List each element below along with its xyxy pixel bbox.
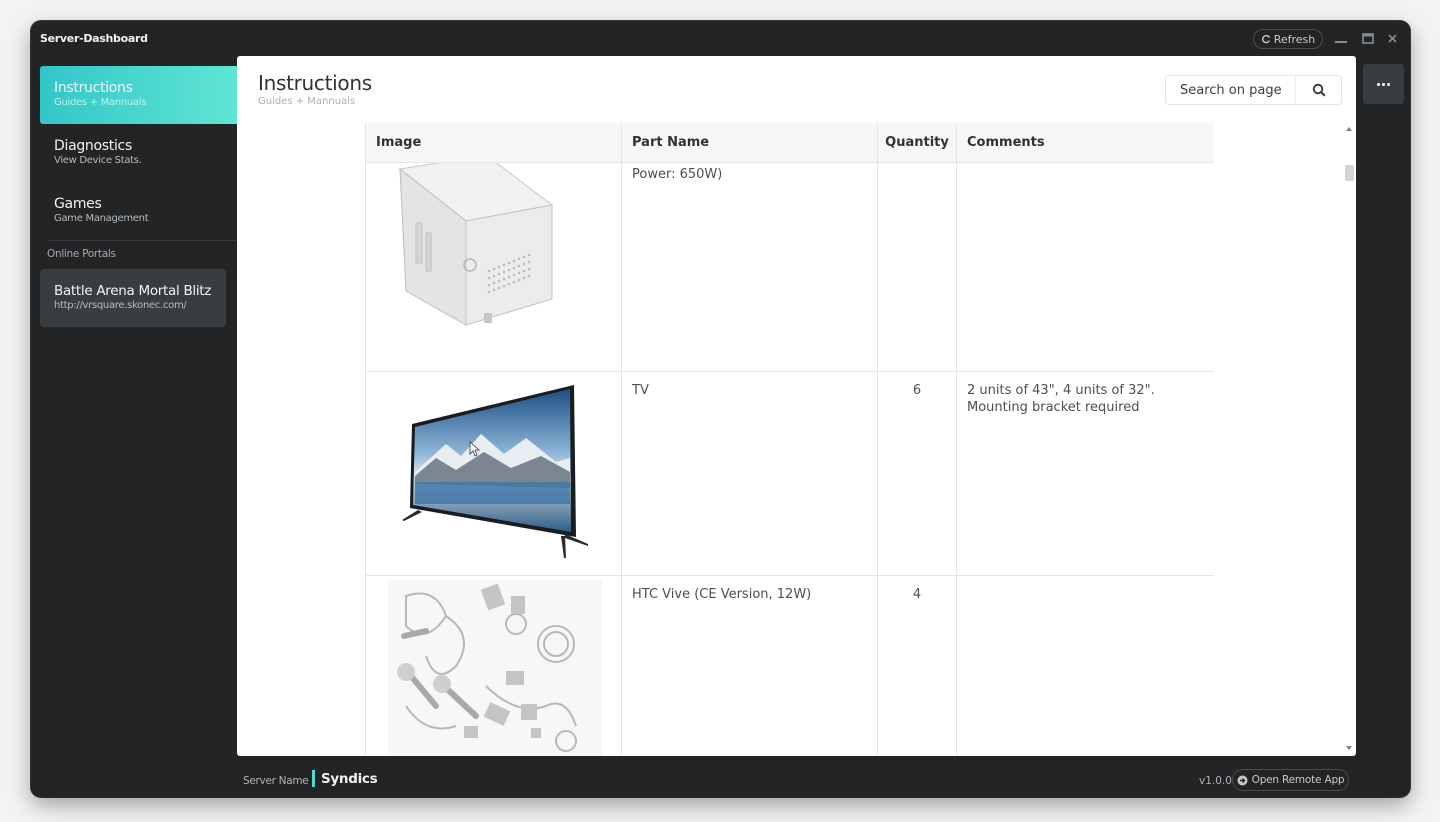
portal-url: http://vrsquare.skonec.com/ <box>54 300 187 311</box>
refresh-label: Refresh <box>1273 32 1316 46</box>
maximize-icon <box>1362 32 1374 44</box>
sidebar-item-diagnostics[interactable]: Diagnostics View Device Stats. <box>40 124 236 182</box>
part-name-cell: Power: 650W) <box>621 161 878 372</box>
title-bar: Server-Dashboard Refresh <box>31 21 1410 55</box>
arrow-right-circle-icon <box>1237 775 1248 785</box>
version-label: v1.0.0 <box>1199 775 1232 787</box>
comments-cell: 2 units of 43", 4 units of 32". Mounting… <box>956 370 1214 576</box>
sidebar-item-subtitle: View Device Stats. <box>54 155 142 166</box>
quantity-cell: 6 <box>877 370 957 576</box>
part-name-cell: TV <box>621 370 878 576</box>
search-button[interactable] <box>1295 76 1341 104</box>
image-cell <box>365 153 622 372</box>
sidebar-item-subtitle: Guides + Mannuals <box>54 97 147 108</box>
scrollbar-thumb[interactable] <box>1345 165 1354 181</box>
main-panel: Instructions Guides + Mannuals Image Par… <box>237 56 1356 756</box>
page-subtitle: Guides + Mannuals <box>258 96 356 107</box>
close-button[interactable] <box>1385 31 1399 45</box>
app-window: Server-Dashboard Refresh Instructions Gu… <box>31 21 1410 797</box>
image-cell <box>365 574 622 756</box>
tv-image <box>402 384 588 558</box>
part-name-cell: HTC Vive (CE Version, 12W) <box>621 574 878 756</box>
portal-title: Battle Arena Mortal Blitz <box>54 283 212 299</box>
server-accent-bar <box>312 770 315 787</box>
search-icon <box>1312 83 1326 97</box>
parts-table-container: Image Part Name Quantity Comments Power:… <box>365 123 1214 756</box>
page-title: Instructions <box>258 71 372 95</box>
table-row: TV 6 2 units of 43", 4 units of 32". Mou… <box>365 370 1214 576</box>
more-options-button[interactable] <box>1363 64 1404 104</box>
column-header-part-name[interactable]: Part Name <box>621 123 878 163</box>
more-dot-icon <box>1382 82 1385 86</box>
search-box <box>1165 75 1342 105</box>
vertical-scrollbar[interactable] <box>1343 123 1356 756</box>
minimize-button[interactable] <box>1334 31 1348 45</box>
more-dot-icon <box>1387 82 1390 86</box>
table-row: HTC Vive (CE Version, 12W) 4 <box>365 574 1214 756</box>
pc-case-image <box>398 153 554 326</box>
remote-app-label: Open Remote App <box>1251 774 1345 786</box>
open-remote-app-button[interactable]: Open Remote App <box>1232 769 1349 791</box>
server-name-label: Server Name <box>243 775 309 787</box>
status-bar: Server Name Syndics v1.0.0 Open Remote A… <box>31 765 1410 795</box>
sidebar-item-games[interactable]: Games Game Management <box>40 182 236 240</box>
server-name: Syndics <box>321 771 378 787</box>
sidebar-item-subtitle: Game Management <box>54 213 149 224</box>
quantity-cell: 4 <box>877 574 957 756</box>
app-title: Server-Dashboard <box>40 32 148 45</box>
more-dot-icon <box>1377 82 1380 86</box>
column-header-quantity[interactable]: Quantity <box>877 123 957 163</box>
scroll-up-arrow-icon[interactable] <box>1346 127 1352 131</box>
sidebar-item-instructions[interactable]: Instructions Guides + Mannuals <box>40 66 237 124</box>
table-header-row: Image Part Name Quantity Comments <box>365 123 1214 163</box>
sidebar-item-title: Instructions <box>54 80 133 96</box>
section-label-online-portals: Online Portals <box>47 248 116 260</box>
quantity-cell <box>877 161 957 372</box>
htc-vive-image <box>388 579 602 756</box>
refresh-icon <box>1261 34 1270 44</box>
sidebar: Instructions Guides + Mannuals Diagnosti… <box>40 66 237 327</box>
sidebar-item-title: Games <box>54 196 102 212</box>
close-icon <box>1387 33 1397 43</box>
table-row: Power: 650W) <box>365 153 1214 372</box>
column-header-comments[interactable]: Comments <box>956 123 1214 163</box>
sidebar-item-title: Diagnostics <box>54 138 132 154</box>
refresh-button[interactable]: Refresh <box>1253 29 1323 49</box>
comments-cell <box>956 574 1214 756</box>
parts-table: Image Part Name Quantity Comments Power:… <box>365 123 1214 756</box>
minimize-icon <box>1335 41 1347 43</box>
portal-item-battle-arena[interactable]: Battle Arena Mortal Blitz http://vrsquar… <box>40 269 226 327</box>
search-input[interactable] <box>1166 76 1295 104</box>
column-header-image[interactable]: Image <box>365 123 622 163</box>
scroll-down-arrow-icon[interactable] <box>1346 746 1352 750</box>
image-cell <box>365 370 622 576</box>
maximize-button[interactable] <box>1361 31 1375 45</box>
comments-cell <box>956 161 1214 372</box>
